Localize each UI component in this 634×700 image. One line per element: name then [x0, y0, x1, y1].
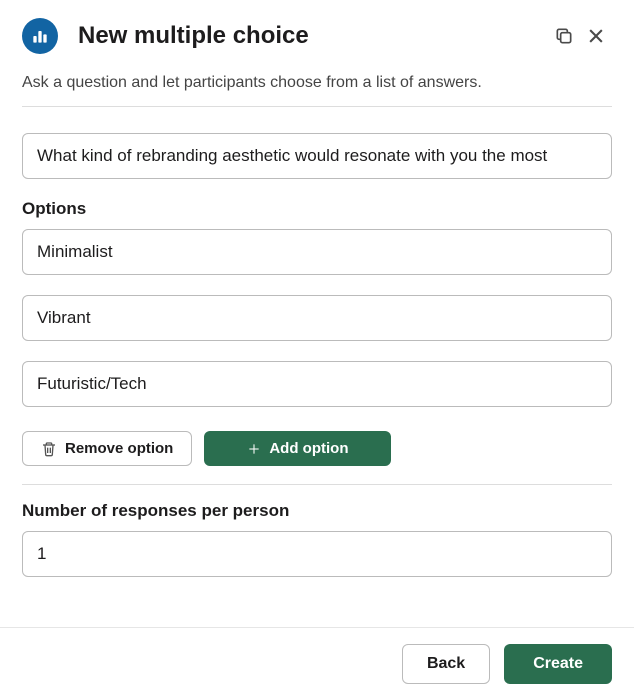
back-label: Back — [427, 655, 465, 673]
responses-input[interactable] — [22, 531, 612, 577]
trash-icon — [41, 441, 57, 457]
option-input-2[interactable] — [22, 295, 612, 341]
options-label: Options — [22, 199, 612, 219]
back-button[interactable]: Back — [402, 644, 490, 684]
responses-label: Number of responses per person — [22, 501, 612, 521]
create-label: Create — [533, 655, 583, 673]
copy-icon[interactable] — [548, 20, 580, 52]
question-input[interactable] — [22, 133, 612, 179]
app-logo-icon — [22, 18, 58, 54]
plus-icon — [247, 442, 261, 456]
remove-option-button[interactable]: Remove option — [22, 431, 192, 466]
option-input-3[interactable] — [22, 361, 612, 407]
option-buttons-row: Remove option Add option — [22, 431, 612, 485]
add-option-button[interactable]: Add option — [204, 431, 391, 466]
option-input-1[interactable] — [22, 229, 612, 275]
create-button[interactable]: Create — [504, 644, 612, 684]
modal-title: New multiple choice — [78, 22, 548, 50]
add-option-label: Add option — [269, 440, 348, 457]
description-text: Ask a question and let participants choo… — [22, 74, 612, 107]
modal-footer: Back Create — [0, 627, 634, 700]
remove-option-label: Remove option — [65, 440, 173, 457]
close-icon[interactable] — [580, 20, 612, 52]
modal-body: Ask a question and let participants choo… — [0, 68, 634, 577]
modal-header: New multiple choice — [0, 0, 634, 68]
